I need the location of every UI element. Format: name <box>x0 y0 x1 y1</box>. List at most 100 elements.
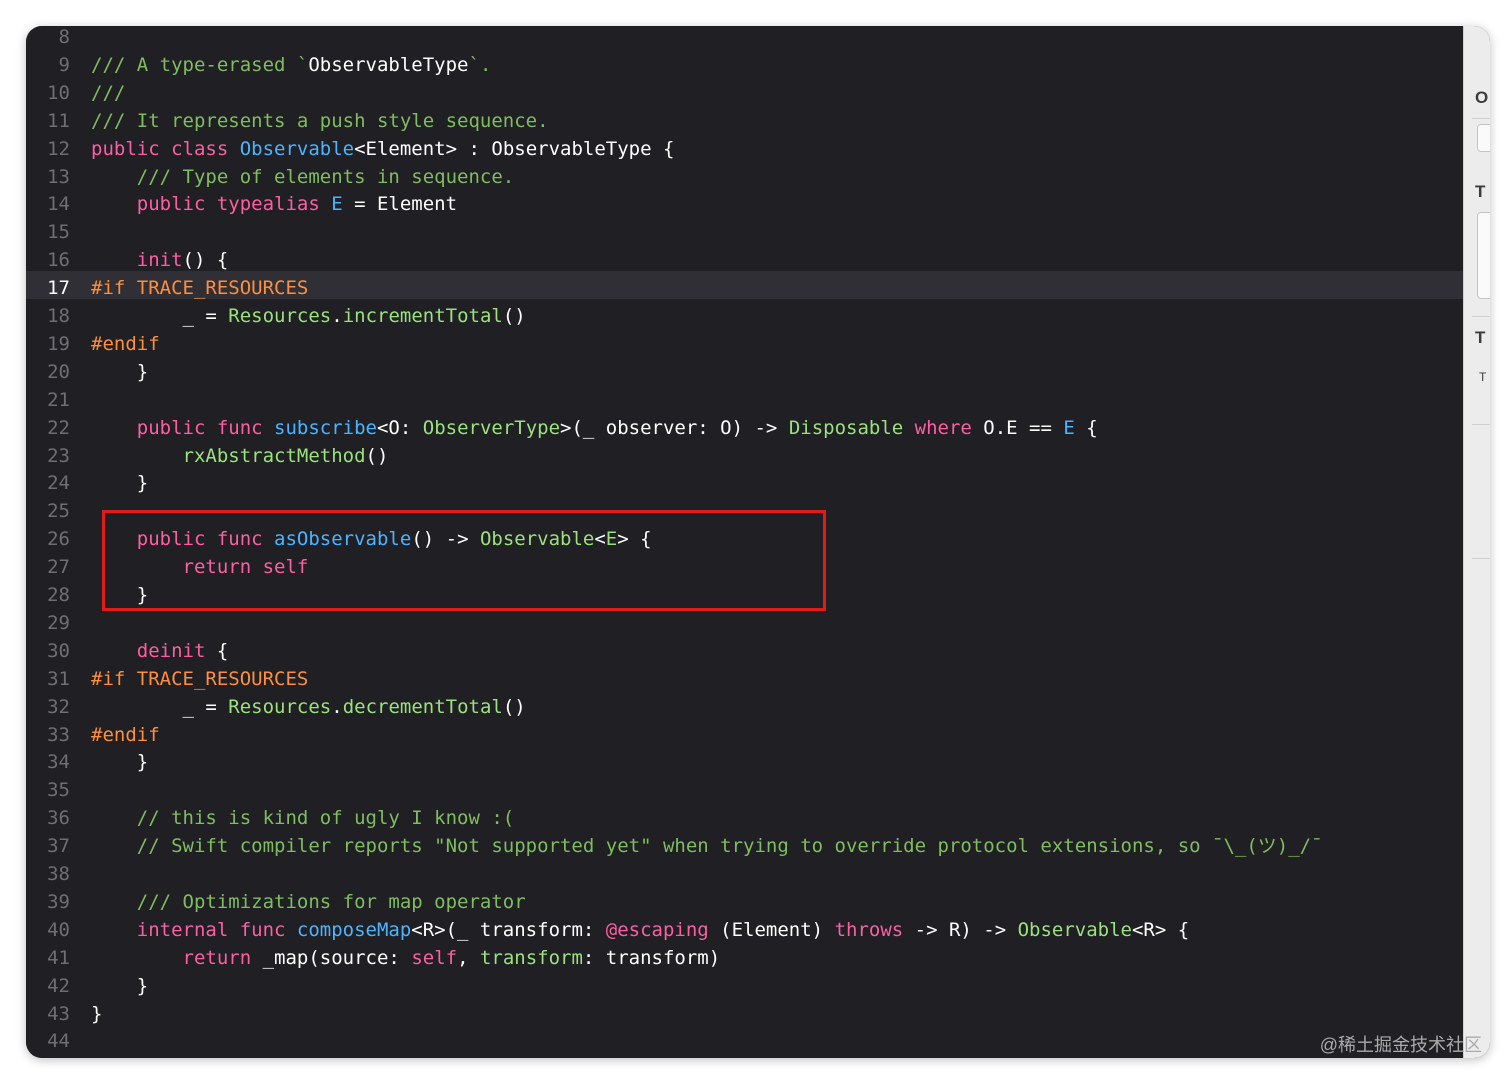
code-line[interactable]: 32 _ = Resources.decrementTotal() <box>26 693 1463 721</box>
line-number: 15 <box>47 221 70 244</box>
code-line[interactable]: 31 #if TRACE_RESOURCES <box>26 665 1463 693</box>
line-number: 32 <box>47 695 70 718</box>
code-line[interactable]: 19 #endif <box>26 330 1463 358</box>
code-token: Observable <box>239 137 355 160</box>
code-text: _ = Resources.decrementTotal() <box>91 693 526 721</box>
code-line[interactable]: 43} <box>26 1000 1463 1028</box>
line-number: 30 <box>47 639 70 662</box>
inspector-label-t2: T <box>1475 328 1486 347</box>
code-line[interactable]: 30 deinit { <box>26 637 1463 665</box>
code-text: internal func composeMap<R>(_ transform:… <box>91 916 1189 944</box>
code-token: _map(source: <box>262 946 412 969</box>
code-line[interactable]: 10 /// <box>26 79 1463 107</box>
code-token: internal func <box>91 918 297 941</box>
code-token: public class <box>91 137 240 160</box>
code-text: /// <box>91 79 125 107</box>
line-number: 43 <box>47 1002 70 1025</box>
code-token: } <box>91 974 149 997</box>
code-token: /// Type of elements in sequence. <box>91 165 515 188</box>
code-token: ObservableType <box>308 53 469 76</box>
editor-window: 8 9 /// A type-erased `ObservableType`. 10 /… <box>26 26 1490 1058</box>
code-line[interactable]: 37 // Swift compiler reports "Not suppor… <box>26 832 1463 860</box>
code-text: deinit { <box>91 637 229 665</box>
code-line[interactable]: 8 <box>26 26 1463 51</box>
code-line[interactable]: 21 <box>26 386 1463 414</box>
code-line[interactable]: 39 /// Optimizations for map operator <box>26 888 1463 916</box>
code-line[interactable]: 13 /// Type of elements in sequence. <box>26 163 1463 191</box>
code-token: ObserverType <box>422 416 561 439</box>
code-text: /// It represents a push style sequence. <box>91 107 549 135</box>
code-text: public func subscribe<O: ObserverType>(_… <box>91 414 1098 442</box>
inspector-field[interactable] <box>1477 124 1490 152</box>
code-line[interactable]: 12 public class Observable<Element> : Obs… <box>26 135 1463 163</box>
code-line[interactable]: 33 #endif <box>26 721 1463 749</box>
code-text: // Swift compiler reports "Not supported… <box>91 832 1323 860</box>
line-number: 23 <box>47 444 70 467</box>
code-line[interactable]: 35 <box>26 776 1463 804</box>
code-token: _ = <box>91 695 229 718</box>
line-number: 37 <box>47 835 70 858</box>
code-line[interactable]: 15 <box>26 218 1463 246</box>
code-line[interactable]: 9 /// A type-erased `ObservableType`. <box>26 51 1463 79</box>
code-token: rxAbstractMethod <box>91 444 366 467</box>
code-token: public func <box>91 416 275 439</box>
code-token: (Element) <box>708 918 835 941</box>
line-number: 35 <box>47 779 70 802</box>
code-line[interactable]: 24 } <box>26 469 1463 497</box>
code-token: @escaping <box>605 918 709 941</box>
code-line[interactable]: 23 rxAbstractMethod() <box>26 442 1463 470</box>
line-number: 25 <box>47 500 70 523</box>
code-line[interactable]: 18 _ = Resources.incrementTotal() <box>26 302 1463 330</box>
code-text: init() { <box>91 246 229 274</box>
code-line[interactable]: 41 return _map(source: self, transform: … <box>26 944 1463 972</box>
code-line[interactable]: 11 /// It represents a push style sequenc… <box>26 107 1463 135</box>
code-token: /// <box>91 81 126 104</box>
code-line[interactable]: 22 public func subscribe<O: ObserverType… <box>26 414 1463 442</box>
code-token: where <box>903 416 984 439</box>
code-token: : transform) <box>582 946 721 969</box>
code-line[interactable]: 17 #if TRACE_RESOURCES <box>26 274 1463 302</box>
code-token: incrementTotal <box>342 305 503 327</box>
code-text: } <box>91 469 148 497</box>
code-token: <R> { <box>1131 918 1190 941</box>
code-line[interactable]: 38 <box>26 860 1463 888</box>
code-token: Disposable <box>788 416 904 439</box>
line-number: 10 <box>47 81 70 104</box>
inspector-text-area[interactable] <box>1477 212 1490 299</box>
line-number: 36 <box>47 807 70 830</box>
code-text: // this is kind of ugly I know :( <box>91 804 515 832</box>
code-text: /// Type of elements in sequence. <box>91 163 515 191</box>
code-line[interactable]: 40 internal func composeMap<R>(_ transfo… <box>26 916 1463 944</box>
code-token: () <box>365 444 389 467</box>
code-text: _ = Resources.incrementTotal() <box>91 302 526 330</box>
code-line[interactable]: 44 <box>26 1027 1463 1055</box>
inspector-label-o: O <box>1475 88 1489 107</box>
line-number: 16 <box>47 249 70 272</box>
code-token: } <box>91 472 149 495</box>
code-token: public typealias <box>91 193 332 216</box>
code-line[interactable]: 29 <box>26 609 1463 637</box>
line-number: 19 <box>47 332 70 355</box>
code-line[interactable]: 34 } <box>26 748 1463 776</box>
line-number: 39 <box>47 890 70 913</box>
code-text: rxAbstractMethod() <box>91 442 389 470</box>
inspector-divider <box>1472 558 1490 559</box>
code-token: composeMap <box>296 918 412 941</box>
code-line[interactable]: 16 init() { <box>26 246 1463 274</box>
code-line[interactable]: 42 } <box>26 972 1463 1000</box>
line-number: 20 <box>47 360 70 383</box>
code-token: { <box>1074 416 1098 439</box>
code-token: . <box>331 695 343 718</box>
code-editor[interactable]: 8 9 /// A type-erased `ObservableType`. 10 /… <box>26 26 1463 1058</box>
code-line[interactable]: 20 } <box>26 358 1463 386</box>
code-line[interactable]: 36 // this is kind of ugly I know :( <box>26 804 1463 832</box>
code-token: Resources <box>228 695 332 718</box>
line-number: 14 <box>47 193 70 216</box>
code-token: /// Optimizations for map operator <box>91 890 526 913</box>
code-token: decrementTotal <box>342 695 503 718</box>
code-text: } <box>91 358 148 386</box>
line-number: 41 <box>47 946 70 969</box>
code-token: } <box>91 751 149 774</box>
line-number: 22 <box>47 416 70 439</box>
code-line[interactable]: 14 public typealias E = Element <box>26 190 1463 218</box>
